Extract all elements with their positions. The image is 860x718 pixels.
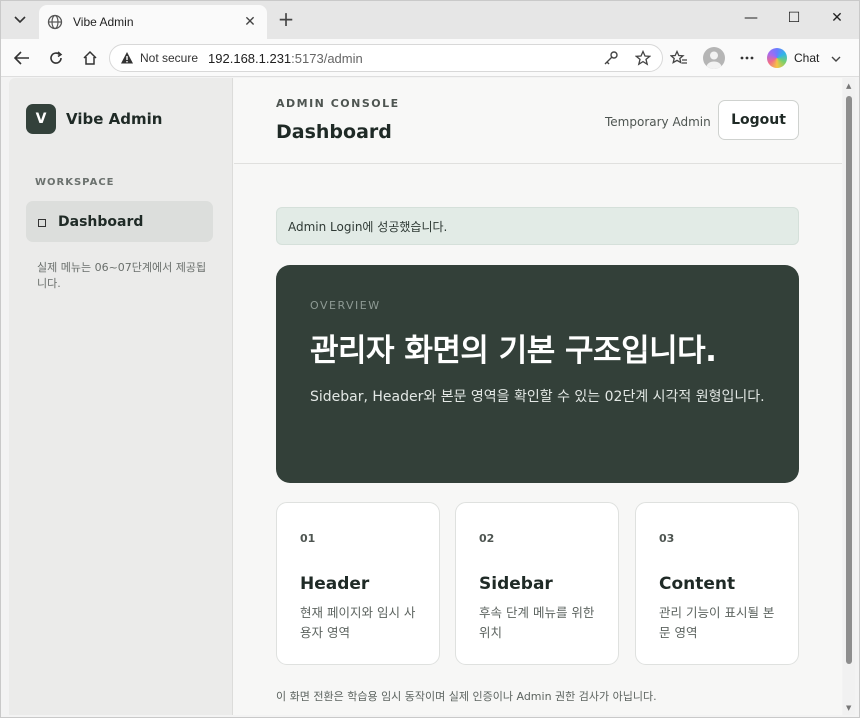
chevron-down-icon[interactable]: [7, 7, 33, 33]
minimize-icon[interactable]: —: [741, 10, 761, 26]
tab-title: Vibe Admin: [73, 15, 134, 29]
reload-icon[interactable]: [45, 47, 67, 69]
footnote: 이 화면 전환은 학습용 임시 동작이며 실제 인증이나 Admin 권한 검사…: [276, 690, 657, 703]
card-header: 01 Header 현재 페이지와 임시 사용자 영역: [276, 502, 440, 665]
url-text[interactable]: 192.168.1.231:5173/admin: [208, 51, 588, 66]
brand-name: Vibe Admin: [66, 110, 163, 128]
brand-logo: V: [26, 104, 56, 134]
card-number: 01: [300, 532, 316, 545]
card-sidebar: 02 Sidebar 후속 단계 메뉴를 위한 위치: [455, 502, 619, 665]
card-title: Sidebar: [479, 574, 553, 594]
square-icon: [38, 218, 46, 227]
browser-toolbar: Not secure 192.168.1.231:5173/admin Chat: [1, 39, 859, 77]
window-close-icon[interactable]: ✕: [827, 10, 847, 26]
maximize-icon[interactable]: ☐: [784, 10, 804, 26]
scroll-down-icon[interactable]: ▼: [846, 704, 851, 712]
header-eyebrow: ADMIN CONSOLE: [276, 97, 400, 110]
scroll-up-icon[interactable]: ▲: [846, 82, 851, 90]
chat-label: Chat: [794, 51, 820, 65]
not-secure-label[interactable]: Not secure: [140, 51, 198, 65]
new-tab-icon[interactable]: +: [275, 9, 297, 31]
warning-icon[interactable]: [120, 51, 134, 65]
hero-eyebrow: OVERVIEW: [310, 299, 381, 312]
sidebar-item-label: Dashboard: [58, 213, 144, 230]
page-title: Dashboard: [276, 121, 392, 143]
card-number: 02: [479, 532, 495, 545]
page-scrollbar[interactable]: ▲ ▼: [843, 78, 855, 715]
page-header: ADMIN CONSOLE Dashboard Temporary Admin …: [234, 78, 842, 164]
home-icon[interactable]: [79, 47, 101, 69]
more-icon[interactable]: [736, 47, 758, 69]
workspace-section-label: WORKSPACE: [35, 177, 115, 188]
card-number: 03: [659, 532, 675, 545]
page-viewport: V Vibe Admin WORKSPACE Dashboard 실제 메뉴는 …: [9, 78, 842, 715]
card-content: 03 Content 관리 기능이 표시될 본문 영역: [635, 502, 799, 665]
avatar-icon[interactable]: [703, 47, 725, 69]
close-tab-icon[interactable]: ✕: [241, 14, 259, 30]
star-icon[interactable]: [634, 49, 652, 67]
card-text: 현재 페이지와 임시 사용자 영역: [300, 605, 416, 640]
chevron-down-icon[interactable]: [831, 52, 841, 65]
copilot-icon: [767, 48, 787, 68]
url-path: :5173/admin: [291, 50, 363, 66]
current-user: Temporary Admin: [605, 115, 711, 129]
tab-strip: Vibe Admin ✕ + — ☐ ✕: [1, 1, 859, 39]
logout-button[interactable]: Logout: [718, 100, 799, 140]
arrow-left-icon[interactable]: [11, 47, 33, 69]
chat-button[interactable]: Chat: [767, 45, 855, 71]
hero-description: Sidebar, Header와 본문 영역을 확인할 수 있는 02단계 시각…: [310, 389, 765, 405]
sidebar: V Vibe Admin WORKSPACE Dashboard 실제 메뉴는 …: [9, 78, 233, 715]
address-bar[interactable]: Not secure 192.168.1.231:5173/admin: [109, 44, 663, 72]
browser-window: Vibe Admin ✕ + — ☐ ✕ Not secure 192.168.…: [0, 0, 860, 718]
browser-tab[interactable]: Vibe Admin ✕: [39, 5, 267, 39]
key-icon[interactable]: [602, 49, 620, 67]
scrollbar-thumb[interactable]: [846, 96, 852, 664]
card-title: Header: [300, 574, 370, 594]
sidebar-note: 실제 메뉴는 06~07단계에서 제공됩니다.: [37, 261, 207, 290]
card-text: 후속 단계 메뉴를 위한 위치: [479, 605, 595, 640]
hero-heading: 관리자 화면의 기본 구조입니다.: [310, 333, 717, 369]
card-title: Content: [659, 574, 736, 594]
success-alert: Admin Login에 성공했습니다.: [276, 207, 799, 245]
globe-icon: [47, 14, 63, 30]
favorites-icon[interactable]: [668, 47, 690, 69]
brand[interactable]: V Vibe Admin: [26, 104, 162, 134]
card-text: 관리 기능이 표시될 본문 영역: [659, 605, 775, 640]
overview-hero: OVERVIEW 관리자 화면의 기본 구조입니다. Sidebar, Head…: [276, 265, 799, 483]
url-host: 192.168.1.231: [208, 50, 292, 66]
sidebar-item-dashboard[interactable]: Dashboard: [26, 201, 213, 242]
